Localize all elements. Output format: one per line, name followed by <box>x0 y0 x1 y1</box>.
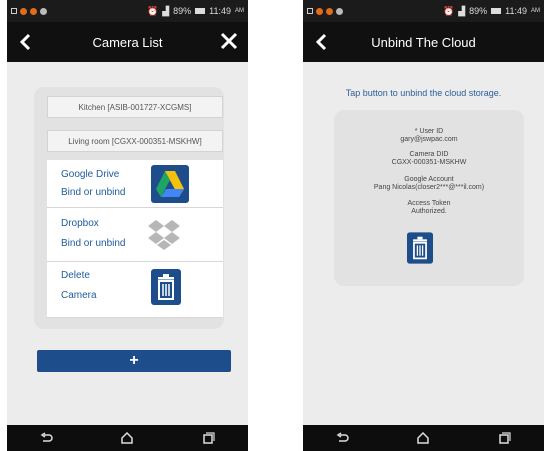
android-nav-bar <box>303 425 544 451</box>
app-notification-icon <box>30 7 37 15</box>
user-id-label: * User ID <box>414 128 444 135</box>
notification-icons <box>11 7 47 15</box>
home-nav-icon[interactable] <box>120 432 134 444</box>
camera-did-label: Camera DID <box>409 151 449 158</box>
back-arrow-icon[interactable] <box>313 32 333 52</box>
unbind-instruction: Tap button to unbind the cloud storage. <box>345 88 502 98</box>
camera-item-kitchen[interactable]: Kitchen [ASIB-001727-XCGMS] <box>47 96 223 118</box>
notification-icon <box>307 8 313 14</box>
option-title: Google Drive <box>61 169 120 180</box>
add-camera-button[interactable]: + <box>37 350 231 372</box>
google-account-value: Pang Nicolas(closer2***@***il.com) <box>373 184 485 191</box>
add-label: + <box>129 352 139 369</box>
status-bar: ⏰ ▟ 89% 11:49 AM <box>7 0 248 22</box>
status-indicators: ⏰ ▟ 89% 11:49 AM <box>443 6 540 17</box>
back-nav-icon[interactable] <box>40 432 54 444</box>
clock-ampm: AM <box>531 8 540 14</box>
option-subtitle: Camera <box>61 290 97 301</box>
dropbox-option[interactable]: Dropbox Bind or unbind <box>47 208 223 262</box>
delete-camera-option[interactable]: Delete Camera <box>47 262 223 318</box>
clock: 11:49 <box>209 6 231 16</box>
app-notification-icon <box>326 7 333 15</box>
battery-percent: 89% <box>173 6 192 16</box>
option-subtitle: Bind or unbind <box>61 187 126 198</box>
signal-icon: ▟ <box>458 5 466 16</box>
camera-label: Living room [CGXX-000351-MSKHW] <box>68 136 202 146</box>
camera-label: Kitchen [ASIB-001727-XCGMS] <box>78 102 192 112</box>
status-bar: ⏰ ▟ 89% 11:49 AM <box>303 0 544 22</box>
title-bar: Camera List <box>7 22 248 62</box>
google-drive-icon[interactable] <box>151 165 189 203</box>
clock-ampm: AM <box>235 8 244 14</box>
option-title: Dropbox <box>61 218 99 229</box>
status-indicators: ⏰ ▟ 89% 11:49 AM <box>147 6 244 17</box>
home-nav-icon[interactable] <box>416 432 430 444</box>
google-drive-option[interactable]: Google Drive Bind or unbind <box>47 160 223 208</box>
recents-nav-icon[interactable] <box>497 432 511 444</box>
notification-icons <box>307 7 343 15</box>
unbind-trash-button[interactable] <box>407 232 433 264</box>
recents-nav-icon[interactable] <box>201 432 215 444</box>
trash-icon[interactable] <box>151 269 181 305</box>
option-title: Delete <box>61 270 90 281</box>
android-nav-bar <box>7 425 248 451</box>
app-notification-icon <box>20 7 27 15</box>
close-icon[interactable] <box>218 30 240 52</box>
access-token-label: Access Token <box>407 200 451 207</box>
camera-list-screen: ⏰ ▟ 89% 11:49 AM Camera List Kitchen [AS… <box>7 0 248 451</box>
google-account-label: Google Account <box>404 176 454 183</box>
back-arrow-icon[interactable] <box>17 32 37 52</box>
user-id-value: gary@jswpac.com <box>400 136 458 143</box>
app-notification-icon <box>40 7 47 15</box>
alarm-icon: ⏰ <box>146 5 159 16</box>
page-title: Camera List <box>92 34 163 50</box>
dropbox-icon[interactable] <box>145 216 183 254</box>
battery-icon <box>195 8 206 14</box>
page-title: Unbind The Cloud <box>371 34 476 50</box>
clock: 11:49 <box>505 6 527 16</box>
alarm-icon: ⏰ <box>442 5 455 16</box>
title-bar: Unbind The Cloud <box>303 22 544 62</box>
battery-icon <box>491 8 502 14</box>
signal-icon: ▟ <box>162 5 170 16</box>
back-nav-icon[interactable] <box>336 432 350 444</box>
option-subtitle: Bind or unbind <box>61 238 126 249</box>
battery-percent: 89% <box>469 6 488 16</box>
notification-icon <box>11 8 17 14</box>
camera-did-value: CGXX-000351-MSKHW <box>391 159 467 166</box>
camera-item-living-room[interactable]: Living room [CGXX-000351-MSKHW] <box>47 130 223 152</box>
app-notification-icon <box>316 7 323 15</box>
unbind-cloud-screen: ⏰ ▟ 89% 11:49 AM Unbind The Cloud Tap bu… <box>303 0 544 451</box>
access-token-value: Authorized. <box>411 208 447 215</box>
app-notification-icon <box>336 7 343 15</box>
